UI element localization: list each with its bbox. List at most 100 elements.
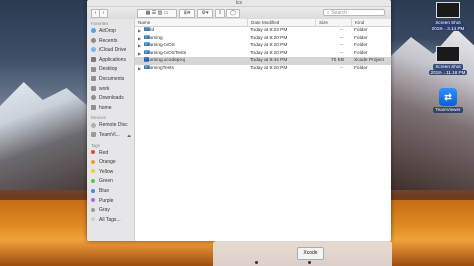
- sidebar-item-label: Documents: [99, 75, 125, 82]
- file-size: --: [340, 43, 344, 48]
- sidebar-tag-yellow[interactable]: Yellow: [87, 168, 134, 178]
- sidebar-item-desktop[interactable]: Desktop: [87, 65, 134, 75]
- desktop-icon-screenshot-1[interactable]: Screen Shot 2018-...3.14 PM: [418, 2, 474, 32]
- file-name-text: Learning: [144, 35, 163, 41]
- column-header-date[interactable]: Date Modified: [247, 19, 279, 26]
- file-name-text: Learning-tvOS: [144, 43, 175, 48]
- list-view-icon[interactable]: ☰: [152, 10, 156, 16]
- action-button[interactable]: ⚙▾: [197, 9, 213, 18]
- column-header-size[interactable]: Size: [315, 19, 328, 26]
- share-button[interactable]: ⇪: [215, 9, 225, 18]
- sidebar-item-label: Applications: [99, 56, 126, 63]
- forward-button[interactable]: ›: [99, 9, 108, 18]
- tag-button[interactable]: ◯: [226, 9, 240, 18]
- tag-label: Red: [99, 149, 109, 156]
- file-row-learning-tvostests[interactable]: ▶ Learning-tvOSTests Today at 9:20 PM --…: [135, 49, 391, 58]
- column-headers: Name Date Modified Size Kind: [135, 19, 391, 27]
- dock-running-indicator: [255, 261, 258, 264]
- desktop-icon-label: Screen Shot: [433, 20, 463, 26]
- sidebar-tag-gray[interactable]: Gray: [87, 206, 134, 216]
- sidebar-item-remote-disc[interactable]: Remote Disc: [87, 121, 134, 131]
- disclosure-triangle-icon[interactable]: ▶: [138, 42, 141, 50]
- tag-dot-icon: [91, 198, 95, 203]
- drive-icon: [91, 132, 96, 138]
- sidebar-tag-all[interactable]: All Tags...: [87, 216, 134, 226]
- file-row-learningtests[interactable]: ▶ LearningTests Today at 9:20 PM -- Fold…: [135, 64, 391, 73]
- icon-view-icon[interactable]: ▦: [146, 10, 151, 16]
- gear-icon: ⚙▾: [201, 10, 209, 16]
- file-size: --: [340, 65, 344, 71]
- tag-label: All Tags...: [99, 216, 121, 223]
- disclosure-triangle-icon[interactable]: ▶: [138, 50, 141, 58]
- file-row-learning-xcodeproj[interactable]: Learning.xcodeproj Today at 8:44 PM 70 K…: [135, 57, 391, 65]
- file-name-text: Learning.xcodeproj: [144, 58, 185, 63]
- cloud-icon: [91, 47, 96, 53]
- arrange-icon: ⊞▾: [183, 10, 191, 16]
- sidebar-item-label: Downloads: [99, 95, 124, 102]
- file-kind: Folder: [354, 28, 368, 33]
- tag-label: Yellow: [99, 168, 114, 175]
- column-header-name[interactable]: Name: [135, 19, 150, 26]
- sidebar-item-work[interactable]: work: [87, 85, 134, 95]
- disclosure-triangle-icon[interactable]: ▶: [138, 35, 141, 43]
- file-name-text: Learning-tvOSTests: [144, 50, 187, 56]
- window-title: lcs: [235, 0, 243, 6]
- eject-icon[interactable]: ⏏: [127, 131, 131, 141]
- view-mode-segmented-control[interactable]: ▦ ☰ ▥ ▭: [137, 9, 177, 18]
- screenshot-thumbnail-icon: [436, 46, 460, 62]
- sidebar-item-documents[interactable]: Documents: [87, 75, 134, 85]
- file-row-build[interactable]: ▶ build Today at 9:23 PM -- Folder: [135, 27, 391, 35]
- file-row-learning-tvos[interactable]: ▶ Learning-tvOS Today at 9:20 PM -- Fold…: [135, 42, 391, 50]
- file-row-learning[interactable]: ▶ Learning Today at 9:20 PM -- Folder: [135, 34, 391, 43]
- sidebar-item-label: AirDrop: [99, 28, 116, 34]
- sidebar-item-teamviewer[interactable]: TeamVi... ⏏: [87, 131, 134, 141]
- sidebar-item-icloud-drive[interactable]: iCloud Drive: [87, 46, 134, 56]
- sidebar-item-label: Remote Disc: [99, 122, 128, 129]
- disclosure-triangle-icon[interactable]: ▶: [138, 27, 141, 35]
- sidebar-item-label: Recents: [99, 37, 118, 44]
- search-input[interactable]: ⌕ Search: [323, 9, 385, 16]
- file-kind: Xcode Project: [354, 58, 384, 63]
- tag-icon: ◯: [230, 10, 236, 16]
- devices-heading: Devices: [91, 115, 106, 121]
- desktop-icon-screenshot-2[interactable]: Screen Shot 2018-...11.18 PM: [418, 46, 474, 76]
- file-kind: Folder: [354, 50, 368, 56]
- home-icon: [91, 104, 96, 110]
- sidebar-tag-blue[interactable]: Blue: [87, 187, 134, 197]
- sidebar-item-airdrop[interactable]: AirDrop: [87, 27, 134, 37]
- sidebar-item-applications[interactable]: Applications: [87, 56, 134, 66]
- file-name-text: LearningTests: [144, 65, 174, 71]
- finder-window: lcs ‹ › ▦ ☰ ▥ ▭ ⊞▾ ⚙▾ ⇪ ◯ ⌕ Search Favor…: [87, 0, 391, 241]
- tag-dot-icon: [91, 159, 95, 164]
- arrange-button[interactable]: ⊞▾: [179, 9, 195, 18]
- downloads-icon: [91, 95, 96, 101]
- gallery-view-icon[interactable]: ▭: [164, 10, 169, 16]
- file-kind: Folder: [354, 35, 368, 41]
- disclosure-triangle-icon[interactable]: ▶: [138, 65, 141, 73]
- column-view-icon[interactable]: ▥: [158, 10, 163, 16]
- window-titlebar[interactable]: lcs: [87, 0, 391, 7]
- sidebar-item-label: work: [99, 85, 110, 92]
- sidebar-tag-orange[interactable]: Orange: [87, 158, 134, 168]
- sidebar-item-label: iCloud Drive: [99, 47, 127, 54]
- column-header-kind[interactable]: Kind: [351, 19, 364, 26]
- sidebar-item-downloads[interactable]: Downloads: [87, 94, 134, 104]
- sidebar-item-recents[interactable]: Recents: [87, 37, 134, 47]
- sidebar-tag-green[interactable]: Green: [87, 177, 134, 187]
- sidebar-tag-red[interactable]: Red: [87, 149, 134, 159]
- sidebar-tag-purple[interactable]: Purple: [87, 197, 134, 207]
- sidebar-item-home[interactable]: home: [87, 104, 134, 114]
- file-date: Today at 9:20 PM: [250, 50, 288, 56]
- desktop-icon-teamviewer[interactable]: ⇄ TeamViewer: [418, 88, 474, 113]
- desktop-icon-sublabel: 2018-...11.18 PM: [428, 69, 468, 76]
- screenshot-thumbnail-icon: [436, 2, 460, 18]
- tags-heading: Tags: [91, 142, 100, 148]
- tag-label: Orange: [99, 159, 116, 166]
- applications-icon: [91, 56, 96, 62]
- tag-label: Green: [99, 178, 113, 185]
- documents-icon: [91, 76, 96, 82]
- file-date: Today at 9:20 PM: [250, 43, 288, 48]
- airdrop-icon: [91, 28, 96, 34]
- dock-tooltip: Xcode: [297, 247, 324, 260]
- wallpaper-mountain-left: [0, 82, 95, 190]
